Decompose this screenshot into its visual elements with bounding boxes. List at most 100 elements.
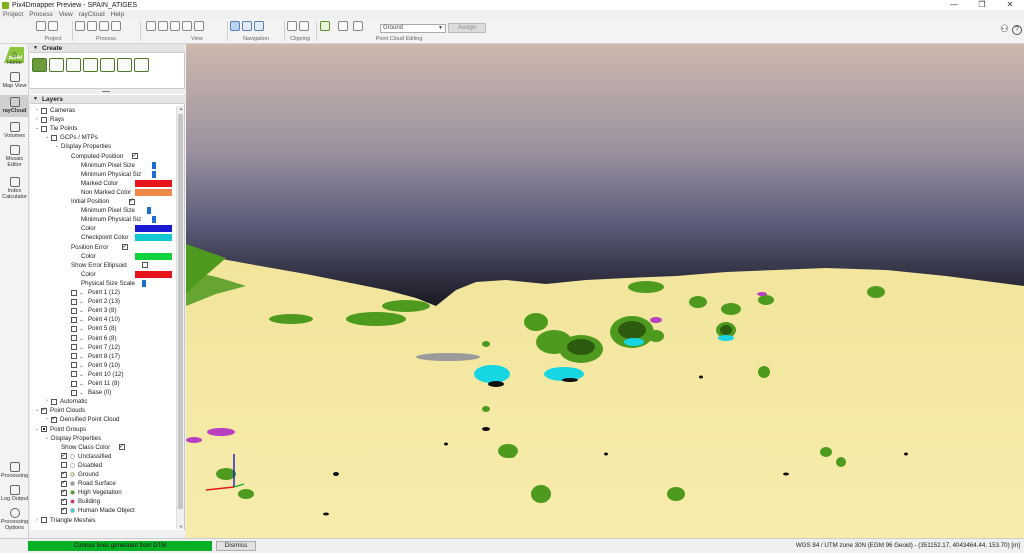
layer-checkbox[interactable]: [71, 316, 77, 323]
layer-row[interactable]: › Cameras: [30, 106, 176, 115]
minimize-button[interactable]: —: [940, 0, 968, 10]
scroll-up-icon[interactable]: ▲: [177, 106, 185, 111]
clipping-box-icon[interactable]: [287, 21, 297, 31]
assign-button[interactable]: Assign: [448, 23, 486, 33]
layer-row[interactable]: Marked Color: [30, 179, 176, 188]
previous-view-icon[interactable]: [254, 21, 264, 31]
layer-row[interactable]: Road Surface: [30, 479, 176, 488]
chevron-down-icon[interactable]: ⌄: [34, 406, 40, 415]
zoom-out-icon[interactable]: [158, 21, 168, 31]
layer-checkbox[interactable]: [41, 517, 47, 523]
chevron-down-icon[interactable]: ⌄: [34, 124, 40, 133]
layer-checkbox[interactable]: [61, 479, 67, 488]
color-swatch[interactable]: [135, 179, 172, 187]
checklist-icon[interactable]: [111, 21, 121, 31]
layer-checkbox[interactable]: [41, 426, 47, 432]
layer-row[interactable]: › Densified Point Cloud: [30, 415, 176, 424]
layer-checkbox[interactable]: [41, 406, 47, 415]
layer-row[interactable]: ⌖ Point 11 (8): [30, 379, 176, 388]
property-checkbox[interactable]: [131, 152, 138, 161]
layer-row[interactable]: ⌄ Point Groups: [30, 425, 176, 434]
chevron-down-icon[interactable]: ⌄: [44, 434, 50, 443]
slider-thumb[interactable]: [151, 216, 156, 224]
new-polyline-icon[interactable]: [49, 58, 64, 72]
chevron-right-icon[interactable]: ›: [44, 415, 50, 424]
first-person-navigation-icon[interactable]: [242, 21, 252, 31]
nav-mosaic-editor[interactable]: Mosaic Editor: [0, 145, 29, 173]
layer-row[interactable]: High Vegetation: [30, 488, 176, 497]
size-slider[interactable]: [135, 216, 172, 224]
layer-row[interactable]: ⌖ Point 6 (8): [30, 334, 176, 343]
size-slider[interactable]: [135, 279, 172, 287]
layer-row[interactable]: ⌖ Point 7 (12): [30, 343, 176, 352]
layer-row[interactable]: ⌄ Point Clouds: [30, 406, 176, 415]
layer-row[interactable]: Computed Position: [30, 152, 176, 161]
layer-row[interactable]: ⌖ Point 8 (17): [30, 352, 176, 361]
layer-row[interactable]: Building: [30, 497, 176, 506]
chevron-right-icon[interactable]: ›: [44, 397, 50, 406]
layer-row[interactable]: Disabled: [30, 461, 176, 470]
nav-log-output[interactable]: Log Output: [0, 485, 29, 505]
layer-row[interactable]: ⌄ Display Properties: [30, 434, 176, 443]
nav-home[interactable]: ⌂ Home: [0, 48, 29, 74]
layers-scrollbar[interactable]: ▲ ▼: [176, 106, 184, 529]
layer-row[interactable]: Minimum Pixel Size: [30, 206, 176, 215]
layer-row[interactable]: ⌖ Point 3 (8): [30, 306, 176, 315]
layer-checkbox[interactable]: [71, 362, 77, 369]
layer-row[interactable]: ⌄ GCPs / MTPs: [30, 133, 176, 142]
chevron-right-icon[interactable]: ›: [34, 115, 40, 124]
layer-row[interactable]: Initial Position: [30, 197, 176, 206]
scroll-thumb[interactable]: [178, 114, 183, 509]
new-measure-icon[interactable]: [66, 58, 81, 72]
size-slider[interactable]: [135, 161, 172, 169]
layer-checkbox[interactable]: [71, 325, 77, 332]
new-orthoplane-icon[interactable]: [117, 58, 132, 72]
layer-row[interactable]: ⌖ Point 5 (8): [30, 324, 176, 333]
new-camera-icon[interactable]: [100, 58, 115, 72]
slider-thumb[interactable]: [146, 207, 151, 215]
user-icon[interactable]: ⚇: [1000, 25, 1010, 35]
nav-raycloud[interactable]: rayCloud: [0, 95, 29, 117]
layer-checkbox[interactable]: [71, 353, 77, 360]
layer-row[interactable]: ⌖ Point 10 (12): [30, 370, 176, 379]
layer-checkbox[interactable]: [71, 380, 77, 387]
slider-thumb[interactable]: [141, 279, 146, 287]
nav-map-view[interactable]: Map View: [0, 72, 29, 92]
edit-densified-points-icon[interactable]: [320, 21, 330, 31]
zoom-window-icon[interactable]: [194, 21, 204, 31]
layer-checkbox[interactable]: [61, 452, 67, 461]
create-header[interactable]: Create: [30, 44, 185, 53]
layer-row[interactable]: ⌖ Base (0): [30, 388, 176, 397]
layer-checkbox[interactable]: [41, 107, 47, 114]
property-checkbox[interactable]: [118, 443, 125, 452]
maximize-button[interactable]: ❐: [968, 0, 996, 10]
layer-checkbox[interactable]: [51, 415, 57, 424]
layer-checkbox[interactable]: [71, 344, 77, 351]
menu-view[interactable]: View: [56, 10, 76, 19]
layer-checkbox[interactable]: [61, 506, 67, 515]
color-swatch[interactable]: [135, 234, 172, 242]
zoom-in-icon[interactable]: [146, 21, 156, 31]
nav-processing[interactable]: Processing: [0, 462, 29, 482]
layer-row[interactable]: Color: [30, 270, 176, 279]
scroll-down-icon[interactable]: ▼: [177, 524, 185, 529]
layer-row[interactable]: Human Made Object: [30, 506, 176, 515]
layer-checkbox[interactable]: [41, 116, 47, 123]
dismiss-button[interactable]: Dismiss: [216, 541, 256, 551]
layer-checkbox[interactable]: [41, 125, 47, 132]
generate-icon[interactable]: [99, 21, 109, 31]
property-checkbox[interactable]: [128, 197, 135, 206]
new-mesh-icon[interactable]: [32, 58, 47, 72]
nav-volumes[interactable]: Volumes: [0, 122, 29, 142]
layer-checkbox[interactable]: [71, 335, 77, 341]
property-checkbox[interactable]: [121, 243, 128, 252]
layer-row[interactable]: ⌖ Point 9 (10): [30, 361, 176, 370]
panel-splitter[interactable]: [30, 88, 185, 94]
layer-row[interactable]: › Automatic: [30, 397, 176, 406]
trackball-navigation-icon[interactable]: [230, 21, 240, 31]
layer-checkbox[interactable]: [71, 389, 77, 396]
size-slider[interactable]: [135, 170, 172, 178]
layer-row[interactable]: Position Error: [30, 243, 176, 252]
color-swatch[interactable]: [135, 252, 172, 260]
layer-row[interactable]: Physical Size Scale: [30, 279, 176, 288]
